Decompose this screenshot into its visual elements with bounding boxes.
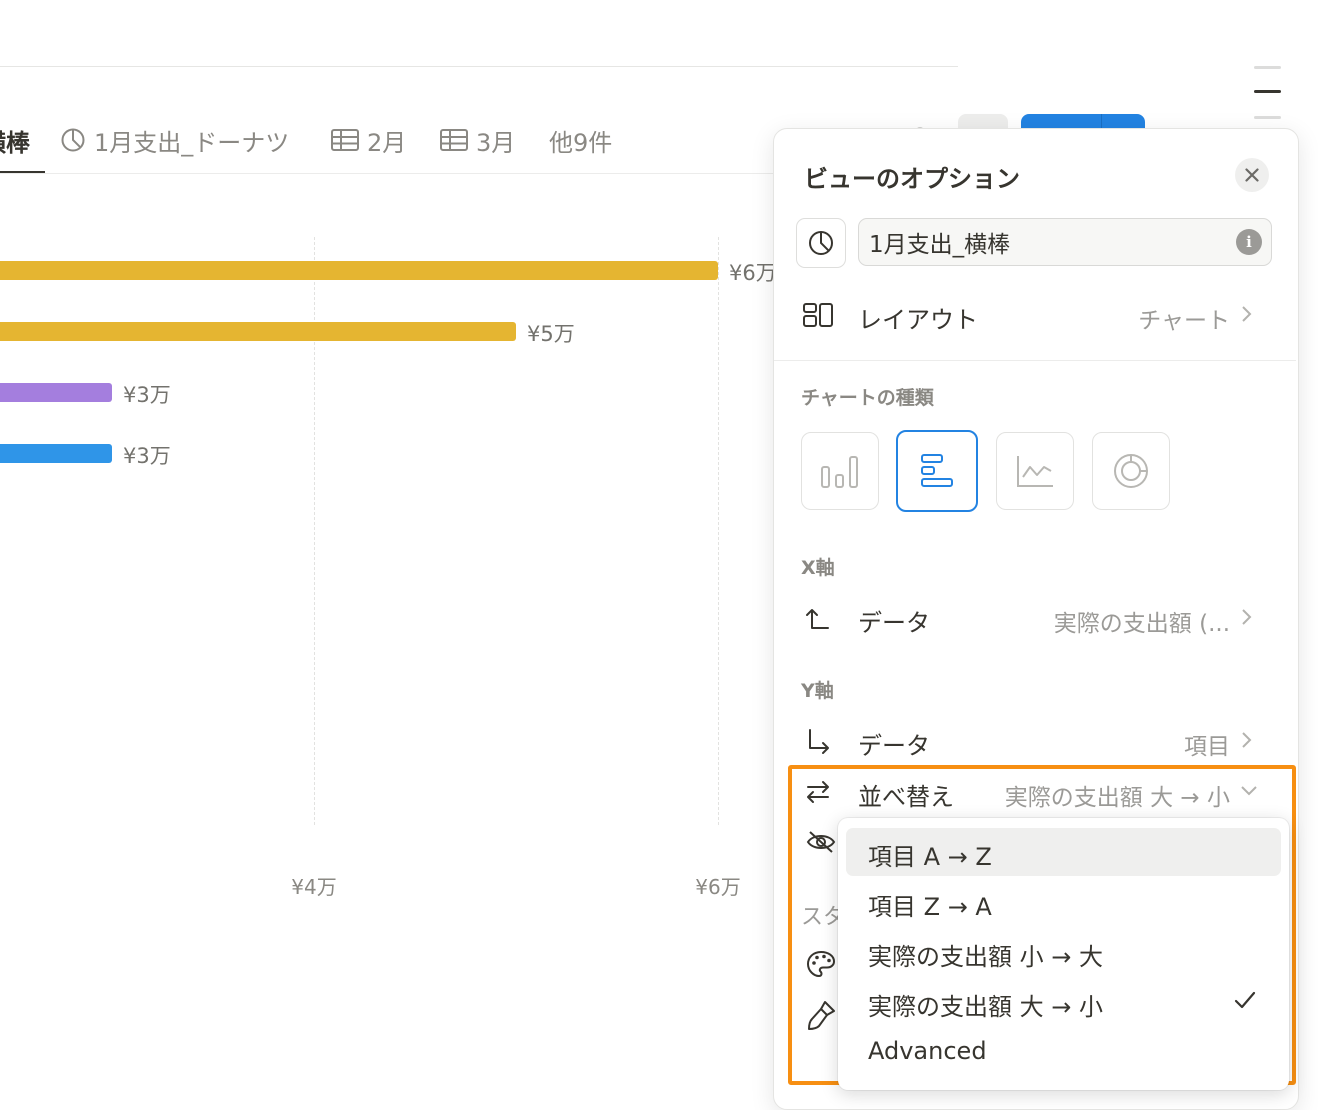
- pie-chart-icon: [61, 128, 85, 152]
- horizontal-bar-chart: ¥4万 ¥6万 ¥6万 ¥5万 ¥3万 ¥3万: [0, 175, 790, 915]
- sort-option-amount-asc[interactable]: 実際の支出額 小 → 大: [846, 928, 1281, 976]
- sort-option-amount-desc[interactable]: 実際の支出額 大 → 小: [846, 978, 1281, 1026]
- tab-label: 横棒: [0, 128, 30, 157]
- info-icon[interactable]: i: [1236, 229, 1262, 255]
- option-label: 項目 Z → A: [868, 893, 992, 921]
- bar[interactable]: [0, 261, 718, 280]
- option-label: 項目 A → Z: [868, 843, 992, 871]
- panel-title: ビューのオプション: [804, 165, 1020, 193]
- x-tick-label: ¥4万: [291, 875, 337, 899]
- sort-dropdown-menu: 項目 A → Z 項目 Z → A 実際の支出額 小 → 大 実際の支出額 大 …: [838, 818, 1289, 1090]
- chart-type-horizontal-bar[interactable]: [896, 430, 978, 512]
- x-axis-data-row[interactable]: データ 実際の支出額 (...: [774, 589, 1296, 645]
- checkmark-icon: [1234, 991, 1256, 1009]
- view-icon-button[interactable]: [796, 218, 846, 268]
- table-icon: [331, 129, 359, 151]
- panel-divider: [774, 360, 1296, 361]
- tab-label: 他9件: [549, 128, 613, 157]
- sort-option-advanced[interactable]: Advanced: [846, 1028, 1281, 1076]
- chart-type-vertical-bar[interactable]: [801, 432, 879, 510]
- y-axis-data-row[interactable]: データ 項目: [774, 712, 1296, 768]
- option-label: Advanced: [868, 1037, 987, 1065]
- option-label: 実際の支出額 小 → 大: [868, 943, 1103, 971]
- chart-type-line[interactable]: [996, 432, 1074, 510]
- tab-donut[interactable]: 1月支出_ドーナツ: [60, 118, 289, 162]
- x-tick-label: ¥6万: [695, 875, 741, 899]
- sort-option-item-za[interactable]: 項目 Z → A: [846, 878, 1281, 926]
- line-chart-icon: [1017, 456, 1053, 487]
- tabs-divider: [0, 173, 790, 174]
- arrow-up-axis-icon: [806, 609, 829, 629]
- bar-value-label: ¥3万: [123, 383, 171, 407]
- top-divider: [0, 66, 958, 67]
- sort-option-item-az[interactable]: 項目 A → Z: [846, 828, 1281, 876]
- tab-mar[interactable]: 3月: [440, 118, 515, 162]
- tab-label: 3月: [476, 128, 516, 157]
- tab-label: 1月支出_ドーナツ: [94, 128, 290, 157]
- bar-value-label: ¥3万: [123, 444, 171, 468]
- y-axis-value: 項目: [1184, 734, 1230, 760]
- table-icon: [440, 129, 468, 151]
- layout-value: チャート: [1138, 308, 1230, 334]
- y-axis-label: データ: [858, 732, 930, 760]
- horizontal-bar-chart-icon: [921, 454, 953, 487]
- vertical-bar-chart-icon: [821, 456, 858, 488]
- layout-row[interactable]: レイアウト チャート: [774, 286, 1296, 342]
- tab-horizontal-bar[interactable]: 横棒: [0, 118, 30, 162]
- donut-chart-icon: [1114, 454, 1148, 488]
- bar[interactable]: [0, 322, 516, 341]
- gridline: [718, 237, 719, 825]
- view-tabs: 横棒 1月支出_ドーナツ 2月 3月 他9件: [0, 118, 800, 174]
- bar[interactable]: [0, 383, 112, 402]
- tab-label: 2月: [367, 128, 407, 157]
- pie-chart-icon: [809, 231, 833, 255]
- layout-icon: [803, 303, 833, 327]
- chevron-right-icon: [1242, 609, 1252, 625]
- bar-value-label: ¥5万: [527, 322, 575, 346]
- close-button[interactable]: [1235, 158, 1269, 192]
- chevron-right-icon: [1242, 732, 1252, 748]
- chart-type-donut[interactable]: [1092, 432, 1170, 510]
- tab-more[interactable]: 他9件: [549, 118, 612, 162]
- tab-feb[interactable]: 2月: [331, 118, 406, 162]
- outline-menu-icon[interactable]: [1254, 66, 1282, 122]
- y-axis-heading: Y軸: [801, 680, 834, 702]
- view-name-input[interactable]: [858, 218, 1272, 266]
- chevron-right-icon: [1242, 306, 1252, 322]
- x-axis-value: 実際の支出額 (...: [1053, 611, 1230, 637]
- chart-type-heading: チャートの種類: [801, 387, 934, 409]
- arrow-right-axis-icon: [809, 729, 829, 754]
- x-axis-heading: X軸: [801, 557, 835, 579]
- close-icon: [1245, 168, 1259, 182]
- bar[interactable]: [0, 444, 112, 463]
- bar-value-label: ¥6万: [729, 261, 777, 285]
- option-label: 実際の支出額 大 → 小: [868, 993, 1103, 1021]
- layout-label: レイアウト: [858, 306, 978, 334]
- x-axis-label: データ: [858, 609, 930, 637]
